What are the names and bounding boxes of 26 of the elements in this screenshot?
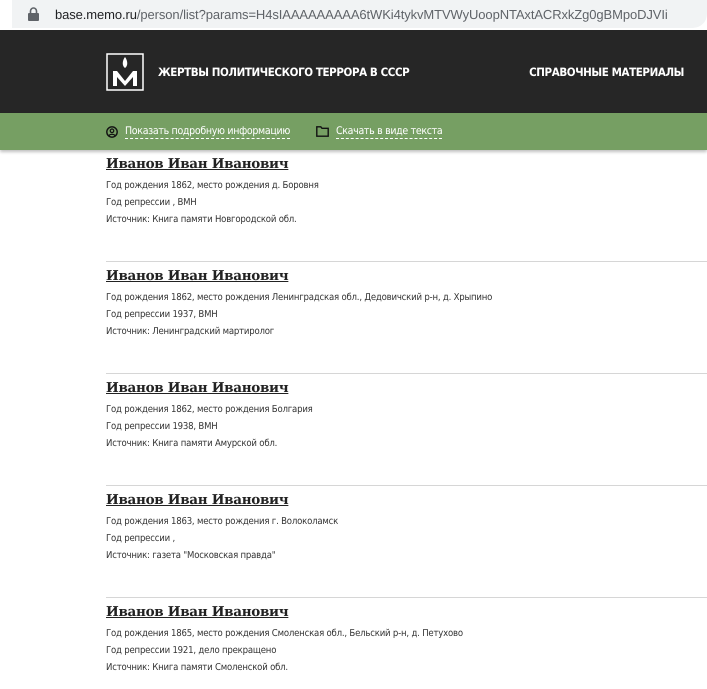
record-detail: Год репрессии 1937, ВМН — [106, 308, 218, 322]
logo-icon[interactable] — [106, 52, 144, 90]
person-name-link[interactable]: Иванов Иван Иванович — [106, 156, 288, 172]
record-detail: Год рождения 1863, место рождения г. Волоколамск — [106, 515, 340, 529]
record-detail: Год репрессии , ВМН — [106, 196, 198, 210]
record-detail: Источник: Книга памяти Амурской обл. — [106, 437, 278, 451]
record-detail: Источник: Книга памяти Смоленской обл. — [106, 661, 289, 675]
record-detail: Год рождения 1865, место рождения Смоленская обл., Бельский р-н, д. Петухово — [106, 627, 464, 641]
person-name-link[interactable]: Иванов Иван Иванович — [106, 380, 288, 396]
record-detail: Год рождения 1862, место рождения Болгария — [106, 403, 314, 417]
folder-icon — [316, 126, 329, 137]
record-detail: Год рождения 1862, место рождения д. Боровня — [106, 179, 320, 193]
person-icon — [106, 126, 118, 138]
person-name-link[interactable]: Иванов Иван Иванович — [106, 492, 288, 508]
record-detail: Источник: Книга памяти Новгородской обл. — [106, 213, 298, 227]
record-detail: Год репрессии 1938, ВМН — [106, 420, 218, 434]
lock-icon — [28, 7, 39, 21]
person-name-link[interactable]: Иванов Иван Иванович — [106, 604, 288, 620]
record-detail: Год репрессии 1921, дело прекращено — [106, 644, 278, 658]
nav-link[interactable]: СПРАВОЧНЫЕ МАТЕРИАЛЫ — [529, 64, 684, 78]
record-detail: Источник: газета "Московская правда" — [106, 549, 276, 563]
record-detail: Год рождения 1862, место рождения Ленинградская обл., Дедовичский р-н, д. Хрыпино — [106, 291, 494, 305]
record-detail: Источник: Ленинградский мартиролог — [106, 325, 276, 339]
person-name-link[interactable]: Иванов Иван Иванович — [106, 268, 288, 284]
record-detail: Год репрессии , — [106, 532, 176, 546]
site-title[interactable]: ЖЕРТВЫ ПОЛИТИЧЕСКОГО ТЕРРОРА В СССР — [158, 64, 410, 78]
